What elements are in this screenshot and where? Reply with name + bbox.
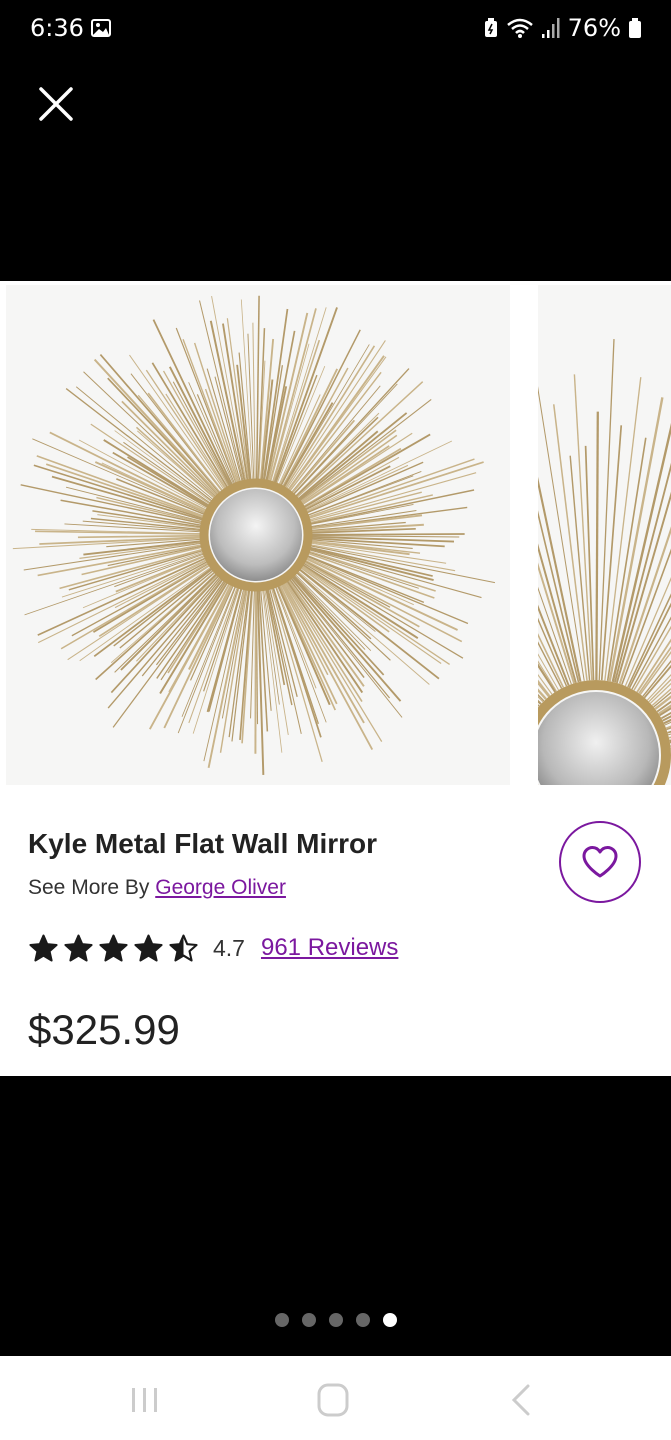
next-product-image[interactable] — [538, 285, 671, 785]
star-icon — [99, 934, 128, 962]
status-time: 6:36 — [30, 14, 84, 42]
favorite-button[interactable] — [559, 821, 641, 903]
home-icon[interactable] — [313, 1382, 353, 1418]
battery-icon — [629, 18, 641, 38]
signal-icon — [541, 18, 560, 38]
product-info-panel: Kyle Metal Flat Wall Mirror See More By … — [0, 786, 671, 1076]
battery-percent: 76% — [567, 14, 621, 42]
carousel-dot[interactable] — [274, 1313, 289, 1327]
star-icon — [134, 934, 163, 962]
close-icon[interactable] — [34, 82, 78, 126]
recents-icon[interactable] — [125, 1382, 165, 1418]
image-carousel[interactable] — [0, 281, 671, 786]
rating-row: 4.7 961 Reviews — [28, 934, 398, 962]
product-image[interactable] — [6, 285, 510, 785]
carousel-dot[interactable] — [301, 1313, 316, 1327]
carousel-dot[interactable] — [355, 1313, 370, 1327]
carousel-dot[interactable] — [328, 1313, 343, 1327]
wifi-icon — [506, 18, 533, 38]
reviews-link[interactable]: 961 Reviews — [261, 934, 398, 962]
battery-saver-icon — [484, 18, 497, 37]
rating-value: 4.7 — [213, 934, 245, 961]
heart-icon — [582, 846, 618, 878]
product-price: $325.99 — [28, 1006, 180, 1053]
status-indicators: 76% — [484, 14, 641, 42]
gallery-icon — [91, 19, 111, 37]
carousel-dot[interactable] — [382, 1313, 397, 1327]
star-icon — [64, 934, 93, 962]
back-icon[interactable] — [502, 1382, 542, 1418]
sunburst-mirror-image — [12, 295, 496, 775]
star-icon — [29, 934, 58, 962]
see-more-label: See More By — [28, 876, 156, 899]
brand-link[interactable]: George Oliver — [155, 876, 286, 899]
star-icon — [169, 934, 198, 962]
brand-row: See More By George Oliver — [28, 876, 286, 900]
status-bar: 6:36 76% — [0, 0, 671, 58]
product-title: Kyle Metal Flat Wall Mirror — [28, 828, 378, 859]
rating-stars — [28, 934, 199, 962]
carousel-indicator — [0, 1313, 671, 1327]
sunburst-mirror-closeup-image — [538, 339, 671, 785]
system-nav-bar — [0, 1356, 671, 1440]
